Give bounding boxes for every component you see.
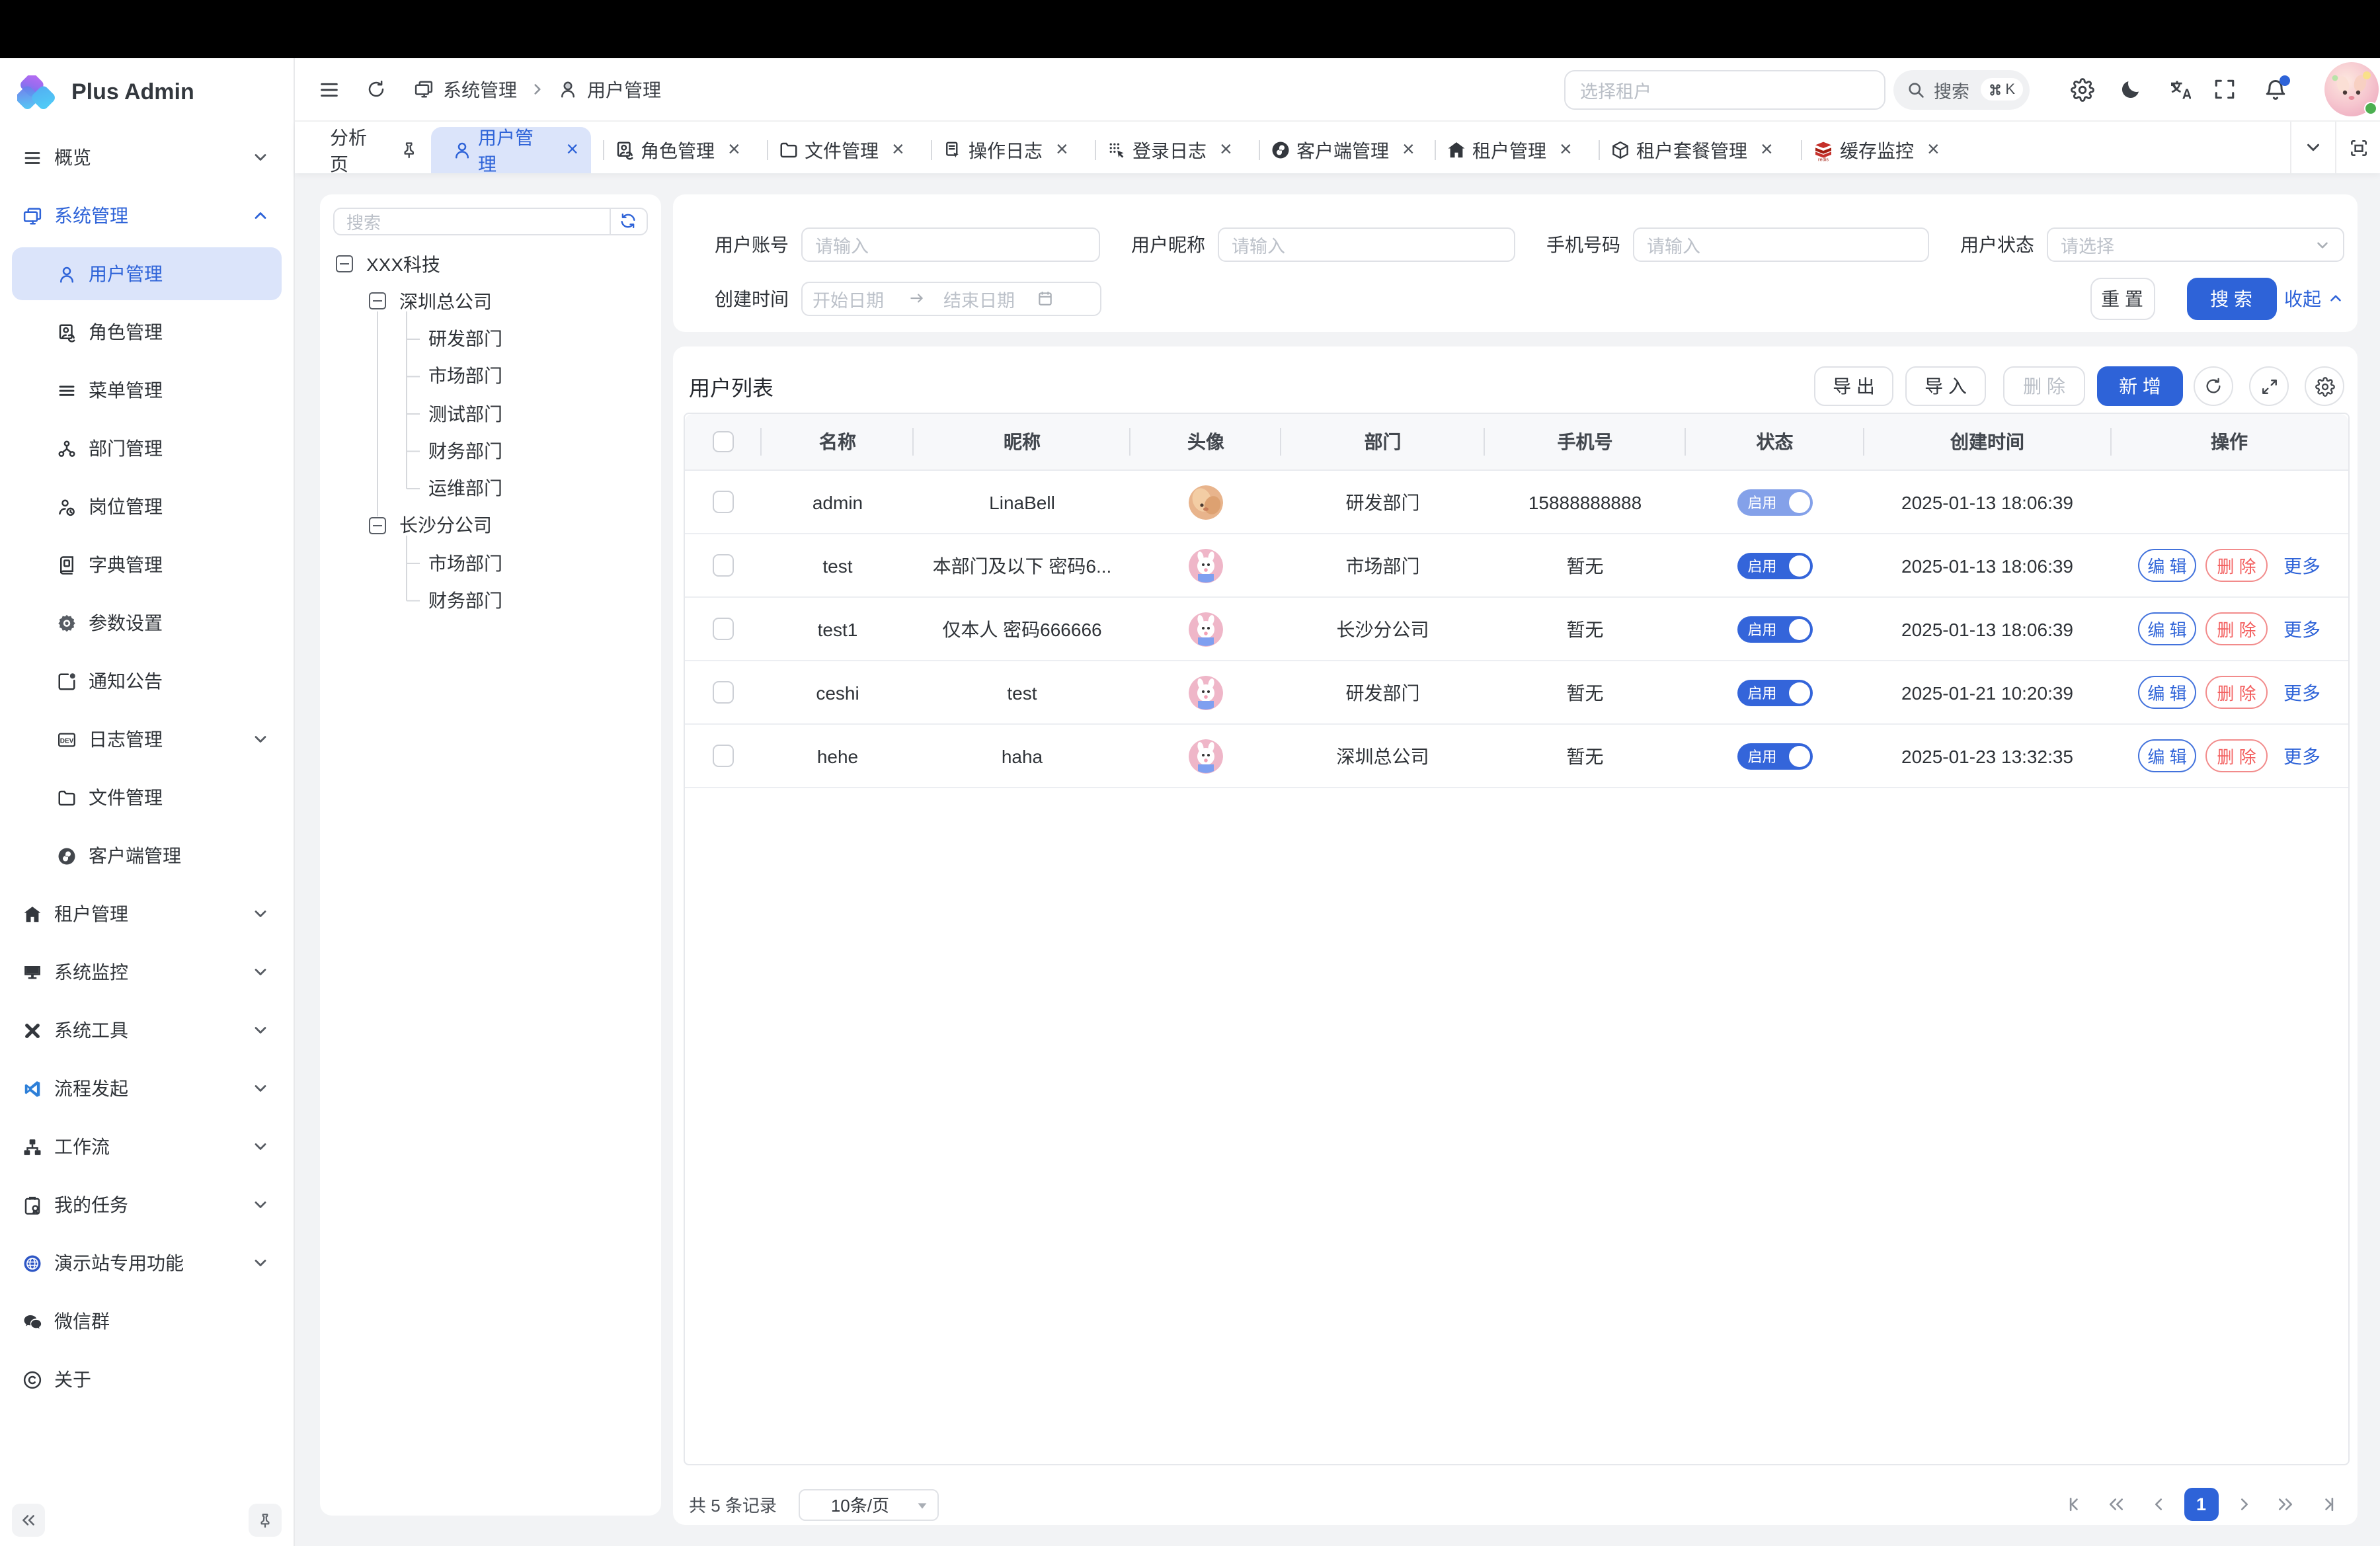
svg-text:redis: redis: [1817, 155, 1828, 161]
svg-text:DEV: DEV: [60, 737, 74, 744]
